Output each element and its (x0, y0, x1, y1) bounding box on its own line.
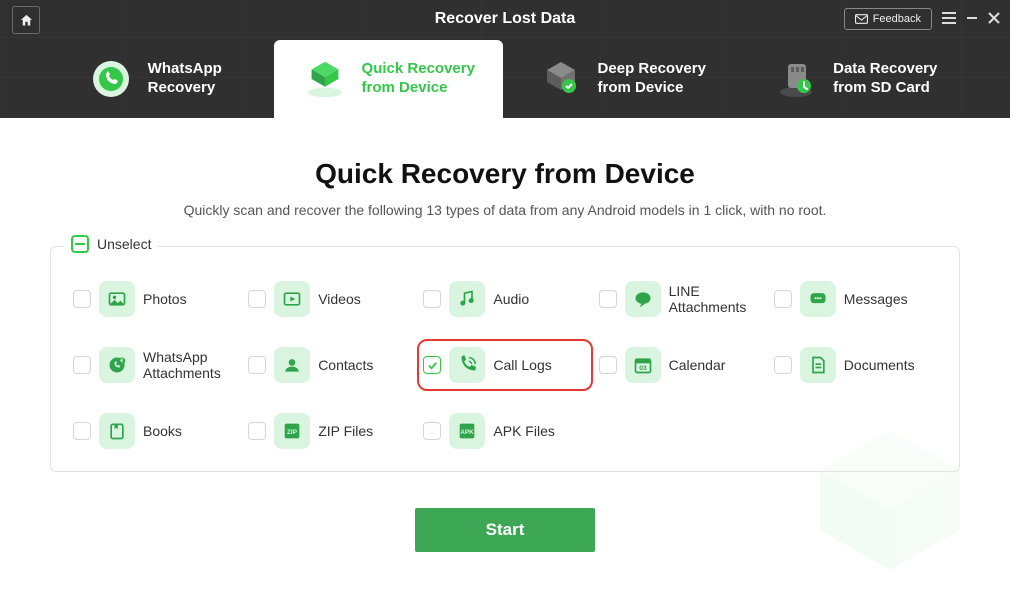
checkbox[interactable] (248, 422, 266, 440)
item-label: Videos (318, 291, 361, 307)
books-icon (99, 413, 135, 449)
item-label: Books (143, 423, 182, 439)
feedback-button[interactable]: Feedback (844, 8, 932, 30)
item-label: APK Files (493, 423, 554, 439)
item-whatsapp-attachments[interactable]: WhatsApp Attachments (71, 343, 238, 387)
messages-icon (800, 281, 836, 317)
item-label: Contacts (318, 357, 373, 373)
checkbox-checked[interactable] (423, 356, 441, 374)
tab-label: WhatsApp Recovery (148, 60, 222, 98)
item-zip-files[interactable]: ZIP ZIP Files (246, 409, 413, 453)
whatsapp-attachments-icon (99, 347, 135, 383)
start-button[interactable]: Start (415, 508, 595, 552)
item-label: LINE Attachments (669, 283, 761, 315)
item-label: WhatsApp Attachments (143, 349, 235, 381)
tab-label: Quick Recovery from Device (362, 60, 475, 98)
menu-icon[interactable] (942, 11, 956, 27)
audio-icon (449, 281, 485, 317)
whatsapp-recovery-icon (88, 56, 134, 102)
data-type-panel: Unselect Photos Videos (50, 246, 960, 472)
minimize-icon[interactable] (966, 11, 978, 27)
checkbox[interactable] (774, 290, 792, 308)
home-button[interactable] (12, 6, 40, 34)
item-label: Messages (844, 291, 908, 307)
mail-icon (855, 14, 868, 24)
checkbox[interactable] (599, 290, 617, 308)
tab-sd-card-recovery[interactable]: Data Recovery from SD Card (741, 40, 971, 118)
checkbox[interactable] (73, 290, 91, 308)
item-label: ZIP Files (318, 423, 373, 439)
unselect-label: Unselect (97, 236, 151, 252)
item-apk-files[interactable]: APK APK Files (421, 409, 588, 453)
item-videos[interactable]: Videos (246, 277, 413, 321)
feedback-label: Feedback (873, 13, 921, 25)
sd-card-recovery-icon (773, 56, 819, 102)
item-label: Calendar (669, 357, 726, 373)
item-label: Documents (844, 357, 915, 373)
checkbox[interactable] (73, 356, 91, 374)
zip-files-icon: ZIP (274, 413, 310, 449)
svg-text:03: 03 (639, 365, 647, 372)
svg-text:APK: APK (461, 429, 475, 436)
checkbox[interactable] (599, 356, 617, 374)
contacts-icon (274, 347, 310, 383)
window-controls: Feedback (844, 8, 1000, 30)
item-call-logs[interactable]: Call Logs (421, 343, 588, 387)
item-line-attachments[interactable]: LINE Attachments (597, 277, 764, 321)
unselect-checkbox-icon (71, 235, 89, 253)
line-attachments-icon (625, 281, 661, 317)
item-label: Audio (493, 291, 529, 307)
checkbox[interactable] (774, 356, 792, 374)
item-audio[interactable]: Audio (421, 277, 588, 321)
item-calendar[interactable]: 03 Calendar (597, 343, 764, 387)
header: Recover Lost Data Feedback WhatsApp (0, 0, 1010, 118)
apk-files-icon: APK (449, 413, 485, 449)
checkbox[interactable] (248, 356, 266, 374)
checkbox[interactable] (423, 422, 441, 440)
checkbox[interactable] (423, 290, 441, 308)
deep-recovery-icon (538, 56, 584, 102)
main: Quick Recovery from Device Quickly scan … (0, 118, 1010, 600)
item-messages[interactable]: Messages (772, 277, 939, 321)
calendar-icon: 03 (625, 347, 661, 383)
item-contacts[interactable]: Contacts (246, 343, 413, 387)
tab-quick-recovery[interactable]: Quick Recovery from Device (274, 40, 504, 118)
photos-icon (99, 281, 135, 317)
close-icon[interactable] (988, 11, 1000, 27)
quick-recovery-icon (302, 56, 348, 102)
unselect-all[interactable]: Unselect (65, 235, 157, 253)
item-books[interactable]: Books (71, 409, 238, 453)
tab-label: Deep Recovery from Device (598, 60, 706, 98)
page-subtitle: Quickly scan and recover the following 1… (40, 202, 970, 218)
item-label: Photos (143, 291, 187, 307)
item-photos[interactable]: Photos (71, 277, 238, 321)
call-logs-icon (449, 347, 485, 383)
checkbox[interactable] (248, 290, 266, 308)
tab-deep-recovery[interactable]: Deep Recovery from Device (507, 40, 737, 118)
home-icon (19, 13, 34, 28)
checkbox[interactable] (73, 422, 91, 440)
tab-whatsapp-recovery[interactable]: WhatsApp Recovery (40, 40, 270, 118)
svg-text:ZIP: ZIP (287, 429, 298, 436)
tab-label: Data Recovery from SD Card (833, 60, 937, 98)
item-label: Call Logs (493, 357, 551, 373)
documents-icon (800, 347, 836, 383)
item-documents[interactable]: Documents (772, 343, 939, 387)
tab-row: WhatsApp Recovery Quick Recovery from De… (0, 40, 1010, 118)
videos-icon (274, 281, 310, 317)
topbar: Recover Lost Data Feedback (0, 0, 1010, 40)
data-type-grid: Photos Videos Audio (71, 277, 939, 453)
page-title: Quick Recovery from Device (40, 158, 970, 190)
